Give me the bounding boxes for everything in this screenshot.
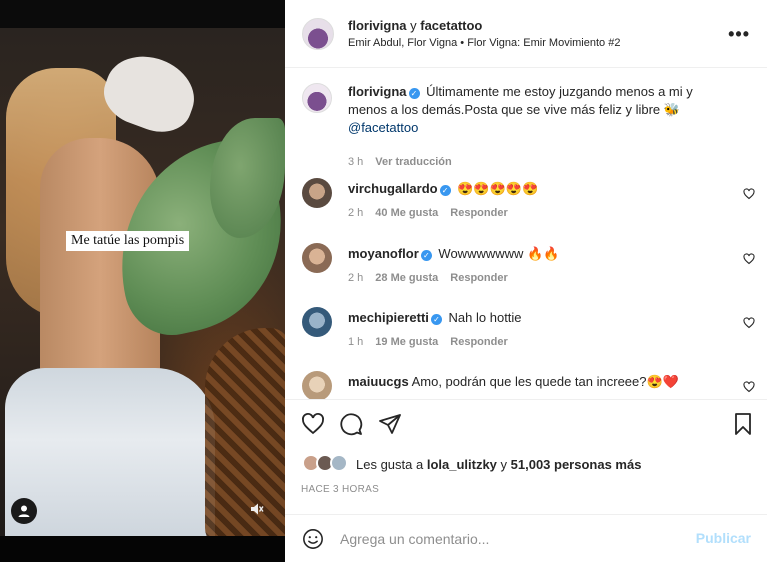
likes-prefix: Les gusta a [356, 457, 427, 472]
heart-outline-icon [743, 381, 755, 393]
action-bar [285, 399, 767, 449]
comment-body: Amo, podrán que les quede tan increee?😍❤… [411, 374, 679, 389]
save-button[interactable] [731, 412, 757, 438]
heart-outline-icon [302, 413, 324, 435]
comment-body: 😍😍😍😍😍 [457, 181, 539, 196]
bookmark-icon [735, 413, 751, 435]
post-authors: florivigna y facetattoo [348, 18, 482, 33]
caption-text: florivigna ✓ Últimamente me estoy juzgand… [348, 83, 713, 137]
more-options-icon[interactable]: ••• [728, 24, 750, 45]
heart-outline-icon [743, 253, 755, 265]
comment-likes[interactable]: 19 Me gusta [375, 336, 438, 348]
comment-button[interactable] [339, 412, 365, 438]
comment-like-button[interactable] [743, 253, 755, 265]
comment-meta: 2 h 40 Me gusta Responder [348, 207, 520, 219]
heart-outline-icon [743, 188, 755, 200]
comment-text: maiuucgs Amo, podrán que les quede tan i… [348, 373, 713, 391]
verified-badge-icon: ✓ [408, 88, 420, 99]
likes-text: Les gusta a lola_ulitzky y 51,003 person… [356, 457, 641, 472]
comment-username[interactable]: moyanoflor [348, 246, 419, 261]
verified-badge-icon: ✓ [420, 250, 432, 261]
comment-text: mechipieretti ✓ Nah lo hottie [348, 309, 713, 327]
comment-bubble-icon [340, 413, 363, 436]
caption-mention[interactable]: @facetattoo [348, 120, 418, 135]
translate-link[interactable]: Ver traducción [375, 156, 451, 168]
video-frame[interactable] [0, 28, 285, 548]
reply-button[interactable]: Responder [450, 207, 507, 219]
comment-likes[interactable]: 28 Me gusta [375, 272, 438, 284]
caption-username[interactable]: florivigna [348, 84, 407, 99]
post-panel: florivigna y facetattoo Emir Abdul, Flor… [285, 0, 767, 562]
comment-time: 2 h [348, 272, 364, 284]
scene-chair [205, 328, 285, 548]
likes-count[interactable]: 51,003 personas más [511, 457, 642, 472]
comment-input[interactable] [340, 527, 680, 551]
post-time[interactable]: HACE 3 HORAS [301, 484, 379, 495]
muted-speaker-icon [251, 503, 264, 515]
comment-avatar[interactable] [302, 307, 332, 337]
comment-text: virchugallardo ✓ 😍😍😍😍😍 [348, 180, 713, 198]
reply-button[interactable]: Responder [450, 272, 507, 284]
paper-plane-icon [379, 414, 401, 434]
comment-body: Nah lo hottie [448, 310, 522, 325]
comment-like-button[interactable] [743, 381, 755, 393]
emoji-smiley-icon [303, 529, 323, 549]
scene-pants [5, 368, 215, 548]
authors-joiner: y [406, 18, 421, 33]
comment-avatar[interactable] [302, 243, 332, 273]
post-media[interactable]: Me tatúe las pompis [0, 0, 285, 562]
video-text-overlay: Me tatúe las pompis [66, 231, 190, 251]
reply-button[interactable]: Responder [450, 336, 507, 348]
heart-outline-icon [743, 317, 755, 329]
author-username[interactable]: florivigna [348, 18, 407, 33]
like-button[interactable] [301, 412, 327, 438]
likes-joiner: y [496, 457, 511, 472]
person-icon [18, 505, 30, 517]
author-avatar[interactable] [302, 18, 334, 50]
comment-username[interactable]: virchugallardo [348, 181, 438, 196]
comment-like-button[interactable] [743, 188, 755, 200]
caption-time: 3 h [348, 156, 364, 168]
verified-badge-icon: ✓ [439, 185, 451, 196]
caption-avatar[interactable] [302, 83, 332, 113]
post-header: florivigna y facetattoo Emir Abdul, Flor… [285, 0, 767, 68]
liker-avatars [302, 454, 354, 474]
audio-attribution[interactable]: Emir Abdul, Flor Vigna • Flor Vigna: Emi… [348, 37, 620, 49]
comment-body: Wowwwwwww 🔥🔥 [438, 246, 560, 261]
user-tag-button[interactable] [11, 498, 37, 524]
add-comment-bar: Publicar [285, 514, 767, 562]
comment-meta: 2 h 28 Me gusta Responder [348, 272, 520, 284]
verified-badge-icon: ✓ [430, 314, 442, 325]
emoji-button[interactable] [302, 528, 324, 550]
comment-time: 2 h [348, 207, 364, 219]
comment-username[interactable]: maiuucgs [348, 374, 409, 389]
coauthor-username[interactable]: facetattoo [420, 18, 482, 33]
media-bottom-bar [0, 536, 285, 562]
caption-meta: 3 h Ver traducción [348, 156, 464, 168]
share-button[interactable] [378, 412, 404, 438]
comment-username[interactable]: mechipieretti [348, 310, 429, 325]
comments-list[interactable]: florivigna ✓ Últimamente me estoy juzgand… [285, 69, 767, 399]
mute-button[interactable] [247, 499, 267, 519]
publish-button[interactable]: Publicar [696, 530, 751, 546]
likes-summary: Les gusta a lola_ulitzky y 51,003 person… [285, 449, 767, 479]
comment-like-button[interactable] [743, 317, 755, 329]
comment-avatar[interactable] [302, 371, 332, 399]
comment-time: 1 h [348, 336, 364, 348]
likes-first-user[interactable]: lola_ulitzky [427, 457, 497, 472]
comment-avatar[interactable] [302, 178, 332, 208]
comment-likes[interactable]: 40 Me gusta [375, 207, 438, 219]
comment-meta: 1 h 19 Me gusta Responder [348, 336, 520, 348]
media-top-bar [0, 0, 285, 28]
comment-text: moyanoflor ✓ Wowwwwwww 🔥🔥 [348, 245, 713, 263]
liker-avatar[interactable] [330, 454, 348, 472]
